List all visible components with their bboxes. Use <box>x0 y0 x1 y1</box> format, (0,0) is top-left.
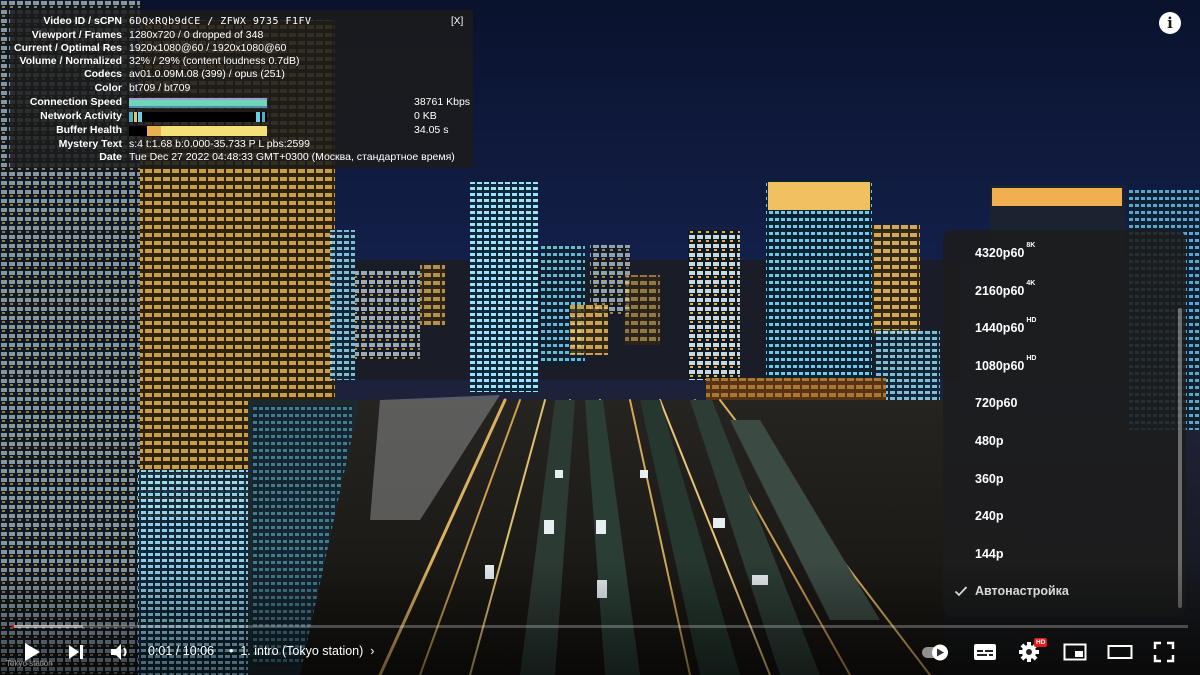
quality-option[interactable]: 480p <box>943 423 1186 460</box>
info-icon[interactable]: i <box>1159 12 1181 34</box>
stats-label: Viewport / Frames <box>31 29 122 41</box>
subtitles-icon[interactable] <box>973 642 997 662</box>
chapter-dot: • <box>229 644 241 658</box>
quality-option[interactable]: 4320p608K <box>943 235 1186 272</box>
stats-value: 32% / 29% (content loudness 0.7dB) <box>129 55 300 67</box>
stats-label: Current / Optimal Res <box>14 42 122 54</box>
progress-played <box>12 625 15 628</box>
network-activity-graph <box>129 112 267 122</box>
stats-row-date: Date Tue Dec 27 2022 04:48:33 GMT+0300 (… <box>10 151 473 164</box>
stats-row-network-activity: Network Activity 0 KB <box>10 110 473 123</box>
quality-option-label: 1440p60HD <box>975 317 1037 336</box>
stats-label: Color <box>94 82 122 94</box>
stats-row-resolution: Current / Optimal Res 1920x1080@60 / 192… <box>10 42 473 55</box>
quality-badge: 8K <box>1026 242 1036 249</box>
progress-loaded <box>12 625 83 628</box>
stats-label: Date <box>99 151 122 163</box>
stats-label: Network Activity <box>40 110 122 122</box>
stats-label: Mystery Text <box>58 138 122 150</box>
time-display: 0:01 / 10:06 <box>148 644 215 658</box>
chapter-title[interactable]: • 1. intro (Tokyo station) › <box>229 644 374 658</box>
video-watermark: Tokyo station <box>6 659 53 668</box>
stats-value: 34.05 s <box>414 124 449 136</box>
stats-row-volume: Volume / Normalized 32% / 29% (content l… <box>10 55 473 68</box>
stats-row-viewport: Viewport / Frames 1280x720 / 0 dropped o… <box>10 29 473 42</box>
stats-label: Volume / Normalized <box>19 55 123 67</box>
quality-option-label: 360p <box>975 471 1004 486</box>
quality-option-label: 720p60 <box>975 396 1018 411</box>
next-icon[interactable] <box>66 642 86 662</box>
stats-row-mystery-text: Mystery Text s:4 t:1.68 b:0.000-35.733 P… <box>10 138 473 151</box>
stats-for-nerds-panel: [X] Video ID / sCPN 6DQxRQb9dCE / ZFWX 9… <box>10 10 473 168</box>
stats-value: 1280x720 / 0 dropped of 348 <box>129 29 264 41</box>
volume-icon[interactable] <box>108 641 132 663</box>
stats-value: 38761 Kbps <box>414 96 471 108</box>
stats-row-codecs: Codecs av01.0.09M.08 (399) / opus (251) <box>10 68 473 81</box>
progress-bar[interactable] <box>12 625 1188 628</box>
quality-option-label: 4320p608K <box>975 242 1036 260</box>
stats-value: 0 KB <box>414 110 437 122</box>
quality-option-label: 480p <box>975 434 1004 448</box>
quality-option-label: 144p <box>975 546 1004 561</box>
quality-option[interactable]: 1080p60HD <box>943 348 1186 385</box>
quality-option-label: 1080p60HD <box>975 354 1037 373</box>
stats-value: Tue Dec 27 2022 04:48:33 GMT+0300 (Москв… <box>129 151 455 163</box>
stats-row-buffer-health: Buffer Health 34.05 s <box>10 124 473 137</box>
buffer-health-graph <box>129 126 267 136</box>
stats-row-connection-speed: Connection Speed 38761 Kbps <box>10 96 473 109</box>
stats-value: bt709 / bt709 <box>129 82 191 94</box>
quality-option[interactable]: 1440p60HD <box>943 310 1186 347</box>
quality-option[interactable]: 2160p604K <box>943 273 1186 310</box>
quality-option-label: 240p <box>975 509 1004 524</box>
chevron-right-icon: › <box>363 644 375 658</box>
quality-option[interactable]: 240p <box>943 498 1186 535</box>
miniplayer-icon[interactable] <box>1063 642 1087 662</box>
stats-value: av01.0.09M.08 (399) / opus (251) <box>129 68 285 80</box>
stats-row-color: Color bt709 / bt709 <box>10 82 473 95</box>
stats-label: Connection Speed <box>29 96 122 108</box>
stats-label: Codecs <box>84 68 122 80</box>
autoplay-toggle[interactable] <box>920 642 954 662</box>
video-player[interactable]: [X] Video ID / sCPN 6DQxRQb9dCE / ZFWX 9… <box>0 0 1200 675</box>
stats-value: s:4 t:1.68 b:0.000-35.733 P L pbs:2599 <box>129 138 310 150</box>
stats-value: 6DQxRQb9dCE / ZFWX 9735 F1FV <box>129 16 312 27</box>
chapter-label: 1. intro (Tokyo station) <box>240 644 364 658</box>
quality-option-label: 2160p604K <box>975 279 1036 298</box>
quality-option[interactable]: 360p <box>943 461 1186 498</box>
quality-option[interactable]: 720p60 <box>943 385 1186 422</box>
stats-value: 1920x1080@60 / 1920x1080@60 <box>129 42 287 54</box>
stats-label: Buffer Health <box>56 124 122 136</box>
fullscreen-icon[interactable] <box>1153 641 1175 663</box>
quality-badge: 4K <box>1026 279 1036 287</box>
connection-speed-graph <box>129 98 267 108</box>
quality-menu: 4320p608K 2160p604K 1440p60HD 1080p60HD 720p… <box>943 230 1186 617</box>
stats-label: Video ID / sCPN <box>43 15 122 27</box>
hd-badge: HD <box>1034 638 1048 647</box>
quality-badge: HD <box>1026 317 1037 325</box>
theater-mode-icon[interactable] <box>1107 642 1133 662</box>
stats-row-video-id: Video ID / sCPN 6DQxRQb9dCE / ZFWX 9735 … <box>10 15 473 28</box>
quality-badge: HD <box>1026 354 1037 362</box>
